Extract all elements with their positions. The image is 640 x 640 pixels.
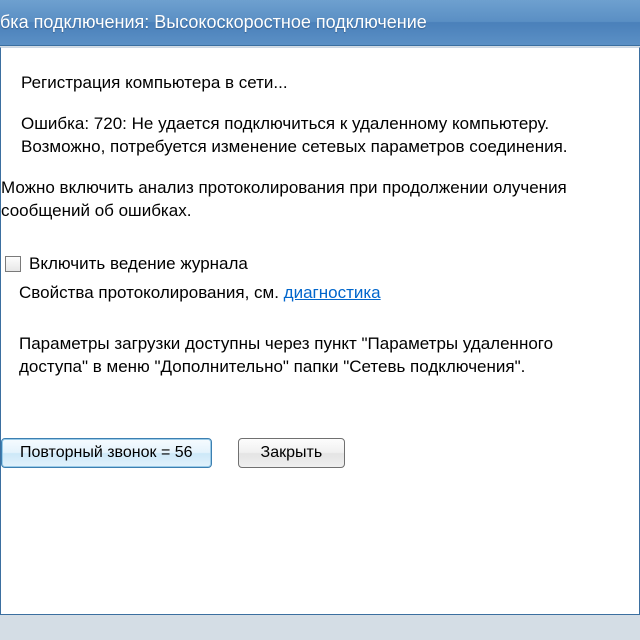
- redial-button[interactable]: Повторный звонок = 56: [1, 438, 212, 468]
- enable-logging-row[interactable]: Включить ведение журнала: [1, 253, 619, 276]
- diagnostics-link[interactable]: диагностика: [284, 283, 381, 302]
- client-area: Регистрация компьютера в сети... Ошибка:…: [0, 47, 640, 615]
- button-row: Повторный звонок = 56 Закрыть: [1, 438, 619, 468]
- status-text: Регистрация компьютера в сети...: [1, 72, 619, 95]
- titlebar[interactable]: бка подключения: Высокоскоростное подклю…: [0, 0, 640, 46]
- enable-logging-checkbox[interactable]: [5, 256, 21, 272]
- enable-logging-label: Включить ведение журнала: [29, 253, 248, 276]
- analysis-hint: Можно включить анализ протоколирования п…: [1, 177, 619, 223]
- params-note: Параметры загрузки доступны через пункт …: [1, 333, 619, 379]
- error-dialog: бка подключения: Высокоскоростное подклю…: [0, 0, 640, 640]
- error-message: Ошибка: 720: Не удается подключиться к у…: [1, 113, 619, 159]
- close-button[interactable]: Закрыть: [238, 438, 346, 468]
- window-title: бка подключения: Высокоскоростное подклю…: [0, 12, 427, 33]
- logging-properties-line: Свойства протоколирования, см. диагности…: [1, 282, 619, 305]
- logging-properties-prefix: Свойства протоколирования, см.: [19, 283, 284, 302]
